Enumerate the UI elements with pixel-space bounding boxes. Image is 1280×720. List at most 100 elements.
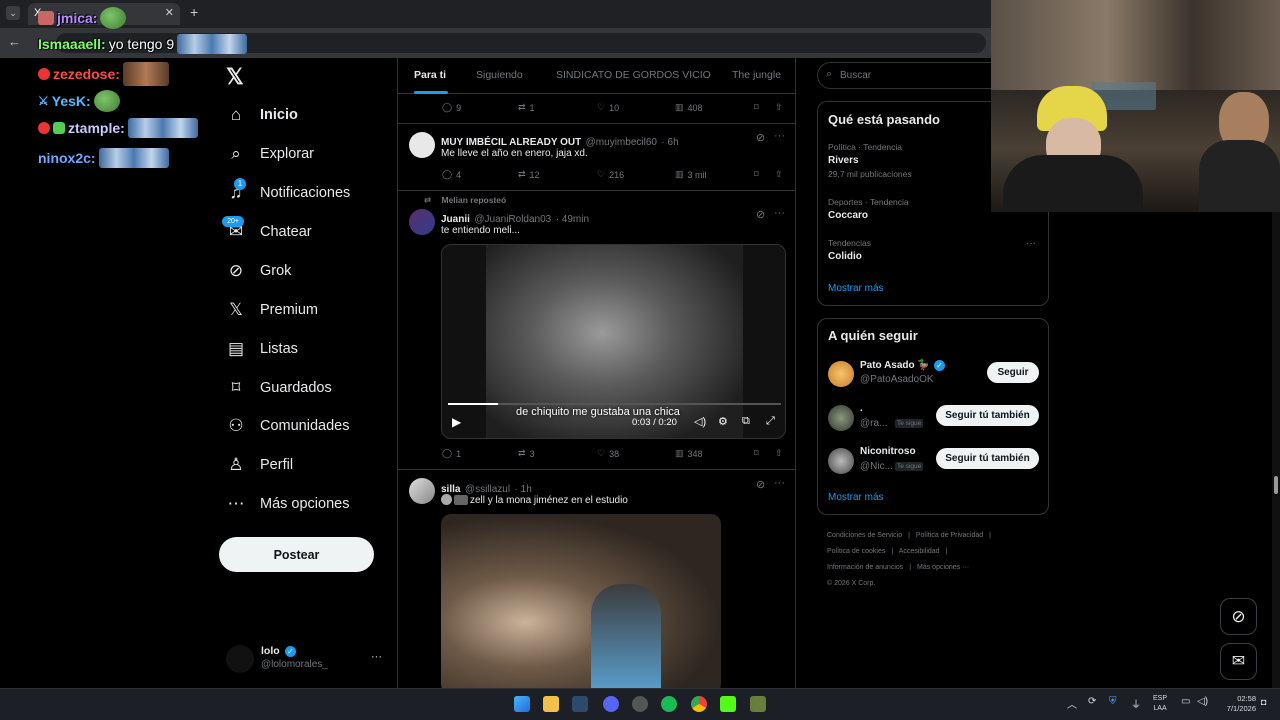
tweet-image[interactable] (441, 514, 721, 688)
tab-following[interactable]: Siguiendo (476, 69, 523, 81)
more-icon[interactable]: ··· (774, 477, 785, 489)
kick-icon[interactable] (720, 696, 736, 712)
windows-start-icon[interactable] (514, 696, 530, 712)
footer-link-privacy[interactable]: Política de Privacidad (916, 532, 983, 539)
follow-button[interactable]: Seguir (987, 362, 1039, 383)
network-icon[interactable]: ▭ (1181, 696, 1190, 707)
nav-more-options[interactable]: ⋯ Más opciones (226, 489, 350, 519)
bookmark-button[interactable]: ⌑ (754, 102, 759, 113)
reply-button[interactable]: ◯ 4 (442, 169, 461, 180)
tab-list-jungle[interactable]: The jungle (732, 69, 781, 81)
tweet[interactable]: silla @ssillazul · 1h ⊘ ··· zell y la mo… (398, 470, 795, 688)
language-indicator[interactable]: ESP LAA (1153, 694, 1167, 714)
views-button[interactable]: ▥ 348 (675, 448, 703, 459)
app-icon[interactable] (750, 696, 766, 712)
like-button[interactable]: ♡ 38 (597, 448, 619, 459)
fullscreen-icon[interactable]: ⤢ (766, 415, 775, 428)
tweet[interactable]: MUY IMBÉCIL ALREADY OUT @muyimbecil60 · … (398, 124, 795, 190)
views-button[interactable]: ▥ 3 mil (675, 169, 707, 180)
repost-button[interactable]: ⇄ 12 (518, 169, 540, 180)
volume-icon[interactable]: ◁) (694, 415, 706, 428)
play-icon[interactable]: ▶ (452, 415, 461, 429)
file-explorer-icon[interactable] (543, 696, 559, 712)
footer-link-more[interactable]: Más opciones ··· (917, 564, 969, 571)
notifications-icon[interactable]: ◘ (1261, 697, 1266, 707)
grok-icon[interactable]: ⊘ (756, 131, 765, 144)
avatar (828, 448, 854, 474)
nav-bookmarks[interactable]: ⌑ Guardados (226, 373, 332, 403)
follow-suggestion[interactable]: . @ra... Te sigue (828, 403, 928, 435)
follow-back-button[interactable]: Seguir tú también (936, 448, 1039, 469)
tweet[interactable]: ⇄ Melian reposteó Juanii @JuaniRoldan03 … (398, 191, 795, 469)
obs-icon[interactable] (632, 696, 648, 712)
like-button[interactable]: ♡ 10 (597, 102, 619, 113)
reply-button[interactable]: ◯ 1 (442, 448, 461, 459)
reply-button[interactable]: ◯ 9 (442, 102, 461, 113)
settings-gear-icon[interactable]: ⚙ (718, 415, 728, 428)
more-icon[interactable]: ··· (774, 130, 785, 142)
search-box[interactable]: ⌕ Buscar (817, 62, 1017, 89)
footer-link-cookies[interactable]: Política de cookies (827, 548, 885, 555)
tab-list-sindicato[interactable]: SINDICATO DE GORDOS VICIO (556, 69, 711, 81)
nav-chat[interactable]: ✉ 20+ Chatear (222, 216, 312, 247)
steam-icon[interactable] (572, 696, 588, 712)
nav-grok[interactable]: ⊘ Grok (226, 256, 292, 286)
footer-link-ads-info[interactable]: Información de anuncios (827, 564, 903, 571)
new-tab-icon[interactable]: + (190, 4, 198, 20)
repost-button[interactable]: ⇄ 3 (518, 448, 535, 459)
repost-button[interactable]: ⇄ 1 (518, 102, 535, 113)
bookmark-button[interactable]: ⌑ (754, 448, 759, 459)
share-button[interactable]: ⇧ (775, 448, 783, 459)
nav-notifications[interactable]: ♫ 1 Notificaciones (226, 178, 350, 208)
more-icon[interactable]: ··· (774, 207, 785, 219)
bookmark-button[interactable]: ⌑ (754, 169, 759, 180)
grok-icon[interactable]: ⊘ (756, 208, 765, 221)
grok-float-button[interactable]: ⊘ (1220, 598, 1257, 635)
footer-link-terms[interactable]: Condiciones de Servicio (827, 532, 902, 539)
post-button[interactable]: Postear (219, 537, 374, 572)
tab-for-you[interactable]: Para ti (414, 69, 446, 81)
account-switcher[interactable]: lolo ✓ @lolomorales_ ··· (226, 643, 386, 675)
views-button[interactable]: ▥ 408 (675, 102, 703, 113)
notification-badge: 1 (234, 178, 246, 190)
volume-icon[interactable]: ◁) (1197, 696, 1208, 707)
footer-separator: | (908, 532, 910, 539)
spotify-icon[interactable] (661, 696, 677, 712)
trend-item[interactable]: Tendencias Colidio (828, 238, 1038, 262)
nav-premium[interactable]: 𝕏 Premium (226, 295, 318, 325)
share-button[interactable]: ⇧ (775, 169, 783, 180)
shield-icon[interactable]: ⛨ (1109, 696, 1117, 707)
grok-icon[interactable]: ⊘ (756, 478, 765, 491)
nav-communities[interactable]: ⚇ Comunidades (226, 411, 349, 441)
sync-icon[interactable]: ⟳ (1088, 696, 1096, 707)
nav-explore[interactable]: ⌕ Explorar (226, 139, 314, 169)
follow-show-more[interactable]: Mostrar más (828, 492, 884, 503)
like-button[interactable]: ♡ 216 (597, 169, 624, 180)
follow-suggestion[interactable]: Niconitroso @Nic... Te sigue (828, 446, 928, 478)
trend-more-icon[interactable]: ··· (1026, 238, 1036, 249)
chrome-icon[interactable] (691, 696, 707, 712)
nav-home[interactable]: ⌂ Inicio (226, 100, 298, 130)
nav-profile[interactable]: ♙ Perfil (226, 450, 293, 480)
tab-close-icon[interactable]: ✕ (165, 6, 174, 19)
microphone-icon[interactable]: ⏚ (1131, 696, 1141, 711)
system-clock[interactable]: 02:58 7/1/2026 (1216, 694, 1256, 714)
nav-lists[interactable]: ▤ Listas (226, 334, 298, 364)
trends-show-more[interactable]: Mostrar más (828, 283, 884, 294)
repost-icon: ⇄ (518, 102, 526, 112)
messages-float-button[interactable]: ✉ (1220, 643, 1257, 680)
discord-icon[interactable] (603, 696, 619, 712)
video-player[interactable]: de chiquito me gustaba una chica ▶ 0:03 … (441, 244, 786, 439)
tray-chevron-icon[interactable]: ︿ (1067, 696, 1077, 711)
account-more-icon[interactable]: ··· (371, 651, 382, 663)
tab-search-icon[interactable]: ⌄ (6, 6, 20, 20)
scrollbar-thumb[interactable] (1274, 476, 1278, 494)
x-logo-icon[interactable]: 𝕏 (226, 64, 244, 90)
share-button[interactable]: ⇧ (775, 102, 783, 113)
footer-link-accessibility[interactable]: Accesibilidad (899, 548, 940, 555)
pip-icon[interactable]: ⧉ (742, 415, 750, 428)
video-progress-track[interactable] (448, 403, 781, 405)
back-arrow-icon[interactable]: ← (8, 34, 21, 49)
follow-back-button[interactable]: Seguir tú también (936, 405, 1039, 426)
tweet-time: · 1h (514, 484, 532, 495)
